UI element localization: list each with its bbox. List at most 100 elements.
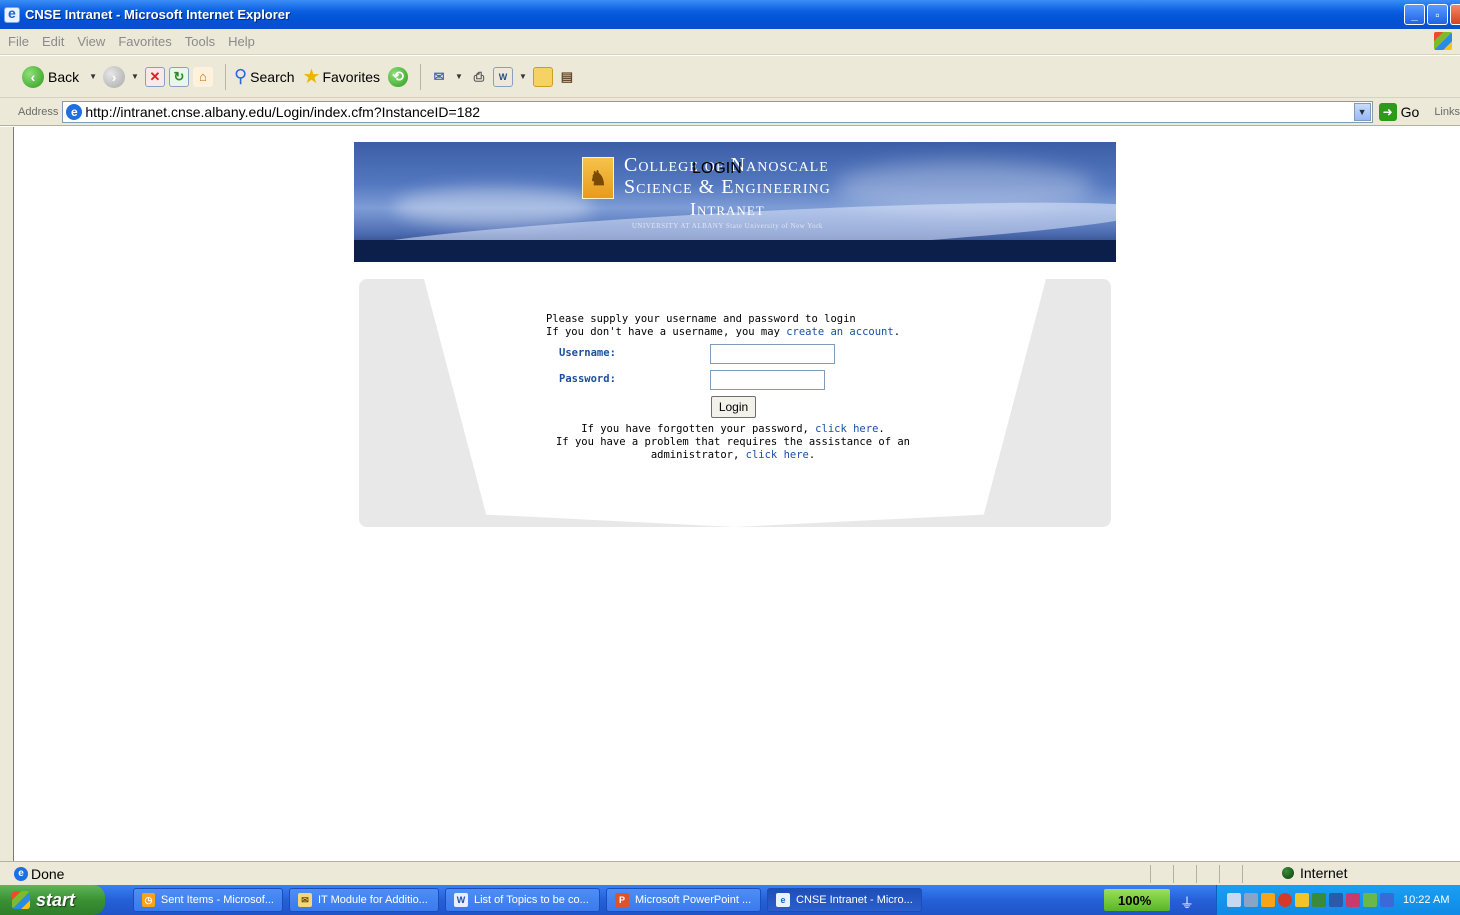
print-icon[interactable]: ⎙ — [469, 67, 489, 87]
taskbar-item-word[interactable]: W List of Topics to be co... — [445, 888, 600, 912]
forgot-password-link[interactable]: click here — [815, 423, 878, 435]
menu-view[interactable]: View — [77, 34, 105, 49]
start-label: start — [36, 889, 76, 910]
password-label: Password: — [559, 373, 616, 385]
left-frame-border — [0, 127, 13, 861]
security-zone: Internet — [1282, 865, 1347, 881]
mail-dropdown-icon[interactable]: ▼ — [455, 72, 463, 81]
update-tray-icon[interactable] — [1312, 893, 1326, 907]
address-label: Address — [18, 105, 59, 118]
powerpoint-icon: P — [615, 893, 629, 907]
favorites-label: Favorites — [322, 68, 381, 85]
lan-tray-icon[interactable] — [1329, 893, 1343, 907]
toolbar-separator — [224, 63, 226, 90]
create-account-link[interactable]: create an account — [786, 326, 893, 338]
login-intro: Please supply your username and password… — [546, 313, 906, 339]
back-arrow-icon: ‹ — [22, 65, 44, 88]
search-label: Search — [250, 68, 295, 85]
forward-arrow-icon[interactable]: › — [103, 65, 126, 88]
home-icon[interactable]: ⌂ — [192, 66, 213, 87]
zoom-indicator[interactable]: 100% — [1104, 889, 1170, 911]
address-url[interactable]: http://intranet.cnse.albany.edu/Login/in… — [85, 104, 480, 120]
back-label: Back — [48, 68, 80, 85]
page-icon: e — [66, 103, 83, 120]
username-input[interactable] — [710, 344, 835, 364]
intro-line2: If you don't have a username, you may cr… — [546, 326, 901, 338]
menu-file[interactable]: File — [8, 34, 29, 49]
history-icon[interactable]: ⟲ — [388, 66, 409, 87]
windows-flag-icon — [1434, 32, 1452, 50]
back-dropdown-icon[interactable]: ▼ — [89, 72, 97, 81]
close-button[interactable] — [1450, 4, 1460, 25]
taskbar-item-ie[interactable]: e CNSE Intranet - Micro... — [767, 888, 922, 912]
antivirus-tray-icon[interactable] — [1278, 893, 1292, 907]
admin-help-link[interactable]: click here — [746, 449, 809, 461]
minimize-button[interactable]: _ — [1404, 4, 1425, 25]
network-tray-icon[interactable] — [1227, 893, 1241, 907]
power-plug-icon[interactable]: ⏚ — [1180, 893, 1194, 913]
security-tray-icon[interactable] — [1346, 893, 1360, 907]
window-title-bar: CNSE Intranet - Microsoft Internet Explo… — [0, 0, 1460, 29]
volume-tray-icon[interactable] — [1363, 893, 1377, 907]
banner-line2: Science & Engineering — [624, 176, 831, 198]
address-input[interactable]: e http://intranet.cnse.albany.edu/Login/… — [62, 100, 1373, 123]
status-bar: e Done Internet — [0, 861, 1460, 885]
forgot-password-text: If you have forgotten your password, cli… — [581, 423, 885, 435]
username-label: Username: — [559, 347, 616, 359]
stop-icon[interactable]: ✕ — [144, 66, 165, 87]
address-bar: Address e http://intranet.cnse.albany.ed… — [0, 98, 1460, 126]
cnse-logo-icon: ♞ — [582, 157, 614, 199]
taskbar: start ◷ Sent Items - Microsof... ✉ IT Mo… — [0, 885, 1460, 915]
login-button[interactable]: Login — [711, 396, 756, 418]
window-title: CNSE Intranet - Microsoft Internet Explo… — [25, 7, 291, 22]
zone-label: Internet — [1300, 865, 1348, 881]
status-text: Done — [31, 865, 65, 882]
start-button[interactable]: start — [0, 885, 105, 915]
taskbar-item-powerpoint[interactable]: P Microsoft PowerPoint ... — [606, 888, 761, 912]
password-input[interactable] — [710, 370, 825, 390]
menu-tools[interactable]: Tools — [185, 34, 215, 49]
refresh-icon[interactable]: ↻ — [168, 66, 189, 87]
edit-dropdown-icon[interactable]: ▼ — [519, 72, 527, 81]
back-button[interactable]: ‹ Back — [22, 65, 80, 88]
address-dropdown-icon[interactable]: ▼ — [1353, 102, 1371, 121]
word-icon: W — [454, 893, 468, 907]
standard-toolbar: ‹ Back ▼ › ▼ ✕ ↻ ⌂ ⚲ Search ★ Favorites … — [0, 56, 1460, 98]
banner-line3: Intranet — [690, 199, 765, 219]
outlook-icon: ◷ — [142, 893, 155, 907]
globe-icon — [1282, 867, 1294, 879]
system-clock[interactable]: 10:22 AM — [1403, 894, 1449, 906]
ie-icon — [4, 5, 20, 23]
search-button[interactable]: ⚲ Search — [234, 66, 295, 87]
windows-logo-icon — [12, 891, 30, 909]
taskbar-item-outlook[interactable]: ◷ Sent Items - Microsof... — [133, 888, 283, 912]
go-button[interactable]: ➜ Go — [1378, 102, 1420, 121]
outlook-tray-icon[interactable] — [1261, 893, 1275, 907]
envelope-icon: ✉ — [298, 893, 312, 907]
messenger-tray-icon[interactable] — [1295, 893, 1309, 907]
maximize-button[interactable]: ▫ — [1427, 4, 1448, 25]
search-icon: ⚲ — [233, 66, 248, 86]
forward-dropdown-icon[interactable]: ▼ — [131, 72, 139, 81]
go-label: Go — [1400, 103, 1420, 120]
login-heading: LOGIN — [692, 160, 742, 177]
star-icon: ★ — [302, 66, 321, 88]
display-tray-icon[interactable] — [1244, 893, 1258, 907]
admin-help-text: If you have a problem that requires the … — [555, 436, 910, 461]
links-button[interactable]: Links — [1434, 106, 1460, 118]
toolbar-separator — [420, 63, 422, 90]
favorites-button[interactable]: ★ Favorites — [303, 64, 381, 89]
research-icon[interactable]: ▤ — [557, 67, 577, 87]
menu-bar: File Edit View Favorites Tools Help — [0, 29, 1460, 55]
ie-task-icon: e — [776, 893, 790, 907]
banner-line4: UNIVERSITY AT ALBANY State University of… — [631, 222, 823, 230]
folder-icon[interactable] — [532, 66, 553, 87]
bluetooth-tray-icon[interactable] — [1380, 893, 1394, 907]
mail-icon[interactable]: ✉ — [429, 67, 449, 87]
edit-word-icon[interactable]: W — [492, 66, 513, 87]
menu-favorites[interactable]: Favorites — [118, 34, 171, 49]
taskbar-item-message[interactable]: ✉ IT Module for Additio... — [289, 888, 439, 912]
menu-edit[interactable]: Edit — [42, 34, 64, 49]
menu-help[interactable]: Help — [228, 34, 255, 49]
intro-line1: Please supply your username and password… — [546, 313, 856, 325]
